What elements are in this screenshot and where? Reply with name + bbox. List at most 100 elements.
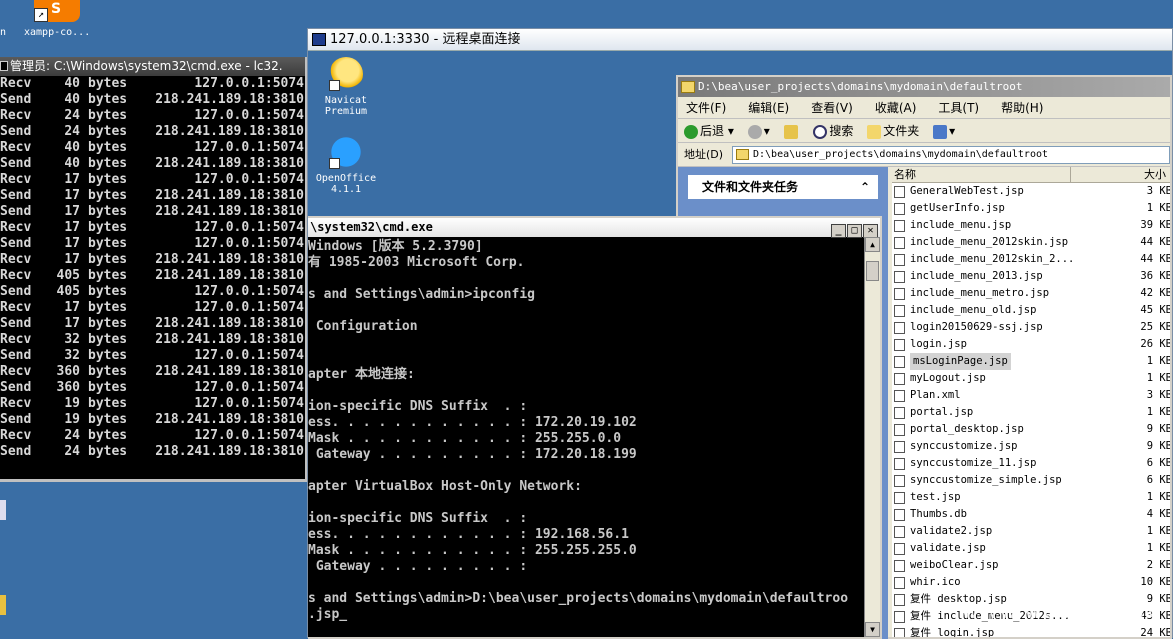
host-cmd-title[interactable]: 管理员: C:\Windows\system32\cmd.exe - lc32. — [0, 57, 305, 76]
file-row[interactable]: login20150629-ssj.jsp 25 KB — [892, 319, 1170, 336]
cmd-line: s and Settings\admin>ipconfig — [308, 287, 535, 302]
netstat-row: Send 32 bytes 127.0.0.1:5074 — [0, 348, 305, 364]
file-row[interactable]: portal_desktop.jsp 9 KB — [892, 421, 1170, 438]
menu-item[interactable]: 工具(T) — [938, 101, 979, 115]
file-row[interactable]: validate2.jsp 1 KB — [892, 523, 1170, 540]
menu-item[interactable]: 收藏(A) — [875, 101, 917, 115]
file-row[interactable]: weiboClear.jsp 2 KB — [892, 557, 1170, 574]
navicat-label-line2: Premium — [324, 106, 368, 117]
folders-button[interactable]: 文件夹 — [867, 119, 919, 143]
remote-cmd-window[interactable]: \system32\cmd.exe _ □ ✕ Windows [版本 5.2.37… — [308, 216, 882, 639]
address-input[interactable]: D:\bea\user_projects\domains\mydomain\de… — [732, 146, 1170, 164]
file-row[interactable]: msLoginPage.jsp 1 KB — [892, 353, 1170, 370]
minimize-button[interactable]: _ — [831, 224, 846, 238]
file-row[interactable]: synccustomize.jsp 9 KB — [892, 438, 1170, 455]
file-icon — [894, 237, 905, 249]
host-desktop-icon-partial[interactable] — [0, 595, 6, 615]
netstat-row: Recv 24 bytes 127.0.0.1:5074 — [0, 428, 305, 444]
file-icon — [894, 186, 905, 198]
column-name[interactable]: 名称 — [894, 167, 916, 183]
search-button[interactable]: 搜索 — [813, 119, 853, 143]
netstat-dir: Send — [0, 124, 32, 139]
file-size: 4 KB — [1146, 508, 1170, 520]
rdp-title-bar[interactable]: 127.0.0.1:3330 - 远程桌面连接 — [308, 29, 1172, 51]
views-button[interactable]: ▾ — [933, 119, 955, 143]
netstat-row: Recv 360 bytes 218.241.189.18:3810 — [0, 364, 305, 380]
netstat-addr: 218.241.189.18:3810 — [155, 364, 304, 379]
netstat-row: Recv 40 bytes 127.0.0.1:5074 — [0, 76, 305, 92]
scroll-up-arrow-icon[interactable]: ▲ — [865, 237, 880, 252]
netstat-dir: Recv — [0, 300, 32, 315]
netstat-unit: bytes — [88, 412, 128, 427]
file-icon — [894, 560, 905, 572]
forward-button[interactable]: ▾ — [747, 119, 770, 143]
remote-desktop-window[interactable]: 127.0.0.1:3330 - 远程桌面连接 Navicat Premium … — [307, 28, 1173, 639]
netstat-row: Recv 17 bytes 127.0.0.1:5074 — [0, 300, 305, 316]
netstat-num: 32 — [64, 332, 80, 347]
menu-item[interactable]: 帮助(H) — [1001, 101, 1043, 115]
rdp-title-text: 127.0.0.1:3330 - 远程桌面连接 — [330, 32, 521, 47]
scroll-down-arrow-icon[interactable]: ▼ — [865, 622, 880, 637]
maximize-button[interactable]: □ — [847, 224, 862, 238]
menu-item[interactable]: 文件(F) — [686, 101, 726, 115]
host-cmd-window[interactable]: 管理员: C:\Windows\system32\cmd.exe - lc32.… — [0, 57, 307, 482]
file-row[interactable]: portal.jsp 1 KB — [892, 404, 1170, 421]
file-row[interactable]: include_menu.jsp 39 KB — [892, 217, 1170, 234]
remote-cmd-title-bar[interactable]: \system32\cmd.exe _ □ ✕ — [308, 218, 880, 238]
file-row[interactable]: include_menu_metro.jsp 42 KB — [892, 285, 1170, 302]
file-row[interactable]: include_menu_2013.jsp 36 KB — [892, 268, 1170, 285]
scroll-thumb[interactable] — [866, 261, 879, 281]
netstat-dir: Recv — [0, 76, 32, 91]
file-row[interactable]: test.jsp 1 KB — [892, 489, 1170, 506]
cmd-scrollbar[interactable]: ▲ ▼ — [864, 237, 880, 637]
column-size[interactable]: 大小 — [1070, 167, 1170, 183]
menu-item[interactable]: 查看(V) — [811, 101, 853, 115]
file-row[interactable]: synccustomize_simple.jsp 6 KB — [892, 472, 1170, 489]
xampp-desktop-icon[interactable]: S ↗ n xampp-co... — [0, 0, 100, 40]
back-arrow-icon — [684, 124, 698, 139]
file-row[interactable]: getUserInfo.jsp 1 KB — [892, 200, 1170, 217]
file-row[interactable]: GeneralWebTest.jsp 3 KB — [892, 183, 1170, 200]
file-folder-tasks-header[interactable]: 文件和文件夹任务 ⌃ — [688, 175, 878, 199]
openoffice-desktop-icon[interactable]: OpenOffice 4.1.1 — [308, 135, 386, 195]
netstat-output: Recv 40 bytes 127.0.0.1:5074 Send 40 bytes 218.… — [0, 76, 305, 460]
file-size: 9 KB — [1146, 440, 1170, 452]
file-row[interactable]: include_menu_old.jsp 45 KB — [892, 302, 1170, 319]
file-row[interactable]: Plan.xml 3 KB — [892, 387, 1170, 404]
file-row[interactable]: Thumbs.db 4 KB — [892, 506, 1170, 523]
task-header-label: 文件和文件夹任务 — [702, 180, 799, 194]
navicat-desktop-icon[interactable]: Navicat Premium — [308, 57, 386, 117]
netstat-row: Recv 40 bytes 127.0.0.1:5074 — [0, 140, 305, 156]
file-size: 1 KB — [1146, 491, 1170, 503]
netstat-dir: Recv — [0, 108, 32, 123]
file-row[interactable]: include_menu_2012skin.jsp 44 KB — [892, 234, 1170, 251]
file-row[interactable]: 复件 login.jsp 24 KB — [892, 625, 1170, 637]
netstat-num: 19 — [64, 396, 80, 411]
menu-item[interactable]: 编辑(E) — [748, 101, 789, 115]
file-row[interactable]: whir.ico 10 KB — [892, 574, 1170, 591]
file-row[interactable]: myLogout.jsp 1 KB — [892, 370, 1170, 387]
netstat-unit: bytes — [88, 348, 128, 363]
file-size: 24 KB — [1140, 627, 1170, 637]
netstat-num: 24 — [64, 444, 80, 459]
netstat-addr: 218.241.189.18:3810 — [155, 188, 304, 203]
host-desktop-icon-partial[interactable] — [0, 500, 6, 520]
file-row[interactable]: include_menu_2012skin_2... 44 KB — [892, 251, 1170, 268]
close-button[interactable]: ✕ — [863, 224, 878, 238]
file-name: login.jsp — [910, 338, 967, 350]
back-label: 后退 — [700, 124, 725, 138]
back-button[interactable]: 后退 ▾ — [684, 119, 734, 143]
netstat-num: 17 — [64, 204, 80, 219]
file-row[interactable]: login.jsp 26 KB — [892, 336, 1170, 353]
up-folder-button[interactable] — [783, 119, 800, 143]
collapse-chevron-icon[interactable]: ⌃ — [860, 175, 870, 199]
views-icon — [933, 124, 948, 139]
file-row[interactable]: validate.jsp 1 KB — [892, 540, 1170, 557]
file-icon — [894, 424, 905, 436]
netstat-unit: bytes — [88, 236, 128, 251]
file-row[interactable]: synccustomize_11.jsp 6 KB — [892, 455, 1170, 472]
netstat-addr: 127.0.0.1:5074 — [194, 236, 304, 251]
explorer-title-bar[interactable]: D:\bea\user_projects\domains\mydomain\de… — [678, 77, 1170, 97]
cmd-line: Windows [版本 5.2.3790] — [308, 239, 483, 254]
forward-arrow-icon — [747, 124, 762, 139]
